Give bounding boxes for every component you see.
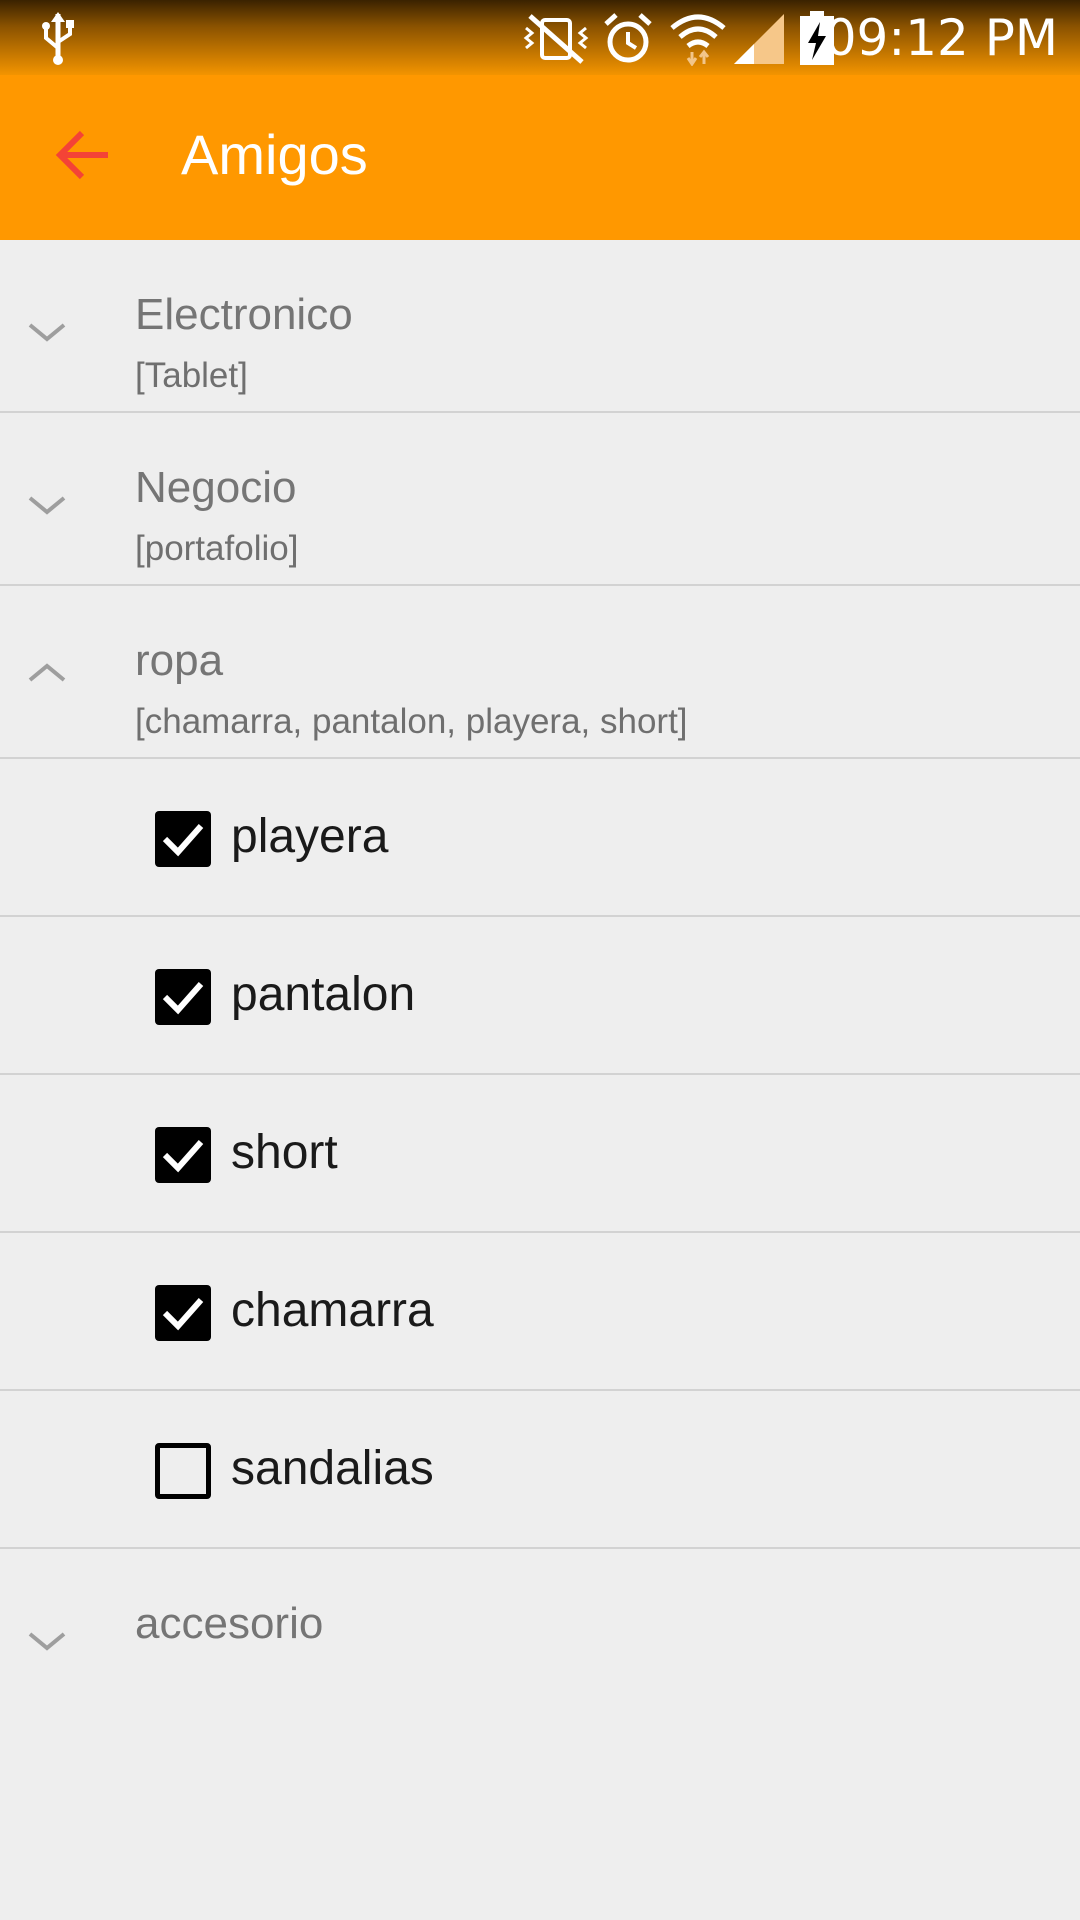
app-bar: Amigos xyxy=(0,75,1080,240)
child-item-label: playera xyxy=(231,810,389,863)
arrow-back-icon xyxy=(55,130,108,180)
child-item-pantalon[interactable]: pantalon xyxy=(0,917,1080,1075)
child-item-label: sandalias xyxy=(231,1442,434,1495)
chevron-up-icon xyxy=(28,663,66,682)
group-subtitle: [portafolio] xyxy=(135,529,299,568)
status-time: 09:12 PM xyxy=(824,9,1058,67)
chevron-down-icon xyxy=(28,323,66,342)
status-bar: 09:12 PM xyxy=(0,0,1080,75)
group-title: Negocio xyxy=(135,463,297,512)
checkmark-icon xyxy=(162,982,204,1015)
alarm-icon xyxy=(604,13,652,63)
child-item-sandalias[interactable]: sandalias xyxy=(0,1391,1080,1549)
child-item-chamarra[interactable]: chamarra xyxy=(0,1233,1080,1391)
group-subtitle: [Tablet] xyxy=(135,356,248,395)
group-row-negocio[interactable]: Negocio [portafolio] xyxy=(0,413,1080,586)
child-item-playera[interactable]: playera xyxy=(0,759,1080,917)
checkbox-checked[interactable] xyxy=(155,1285,211,1341)
group-title: ropa xyxy=(135,636,224,685)
checkbox-checked[interactable] xyxy=(155,811,211,867)
checkmark-icon xyxy=(162,824,204,857)
back-button[interactable] xyxy=(40,115,130,195)
child-item-label: pantalon xyxy=(231,968,416,1021)
signal-icon xyxy=(734,14,784,64)
chevron-down-icon xyxy=(28,1632,66,1651)
vibrate-off-icon xyxy=(523,14,589,64)
group-subtitle: [chamarra, pantalon, playera, short] xyxy=(135,702,688,741)
child-item-label: short xyxy=(231,1126,338,1179)
group-title: Electronico xyxy=(135,290,353,339)
page-title: Amigos xyxy=(181,123,368,186)
checkbox-unchecked[interactable] xyxy=(155,1443,211,1499)
checkmark-icon xyxy=(162,1298,204,1331)
group-title: accesorio xyxy=(135,1599,324,1648)
child-item-short[interactable]: short xyxy=(0,1075,1080,1233)
checkmark-icon xyxy=(162,1140,204,1173)
group-row-ropa[interactable]: ropa [chamarra, pantalon, playera, short… xyxy=(0,586,1080,759)
checkbox-checked[interactable] xyxy=(155,1127,211,1183)
checkbox-checked[interactable] xyxy=(155,969,211,1025)
wifi-icon xyxy=(670,14,726,66)
child-item-label: chamarra xyxy=(231,1284,434,1337)
chevron-down-icon xyxy=(28,496,66,515)
usb-icon xyxy=(42,12,74,65)
group-row-electronico[interactable]: Electronico [Tablet] xyxy=(0,240,1080,413)
expandable-list: Electronico [Tablet] Negocio [portafolio… xyxy=(0,240,1080,1722)
group-row-accesorio[interactable]: accesorio xyxy=(0,1549,1080,1722)
